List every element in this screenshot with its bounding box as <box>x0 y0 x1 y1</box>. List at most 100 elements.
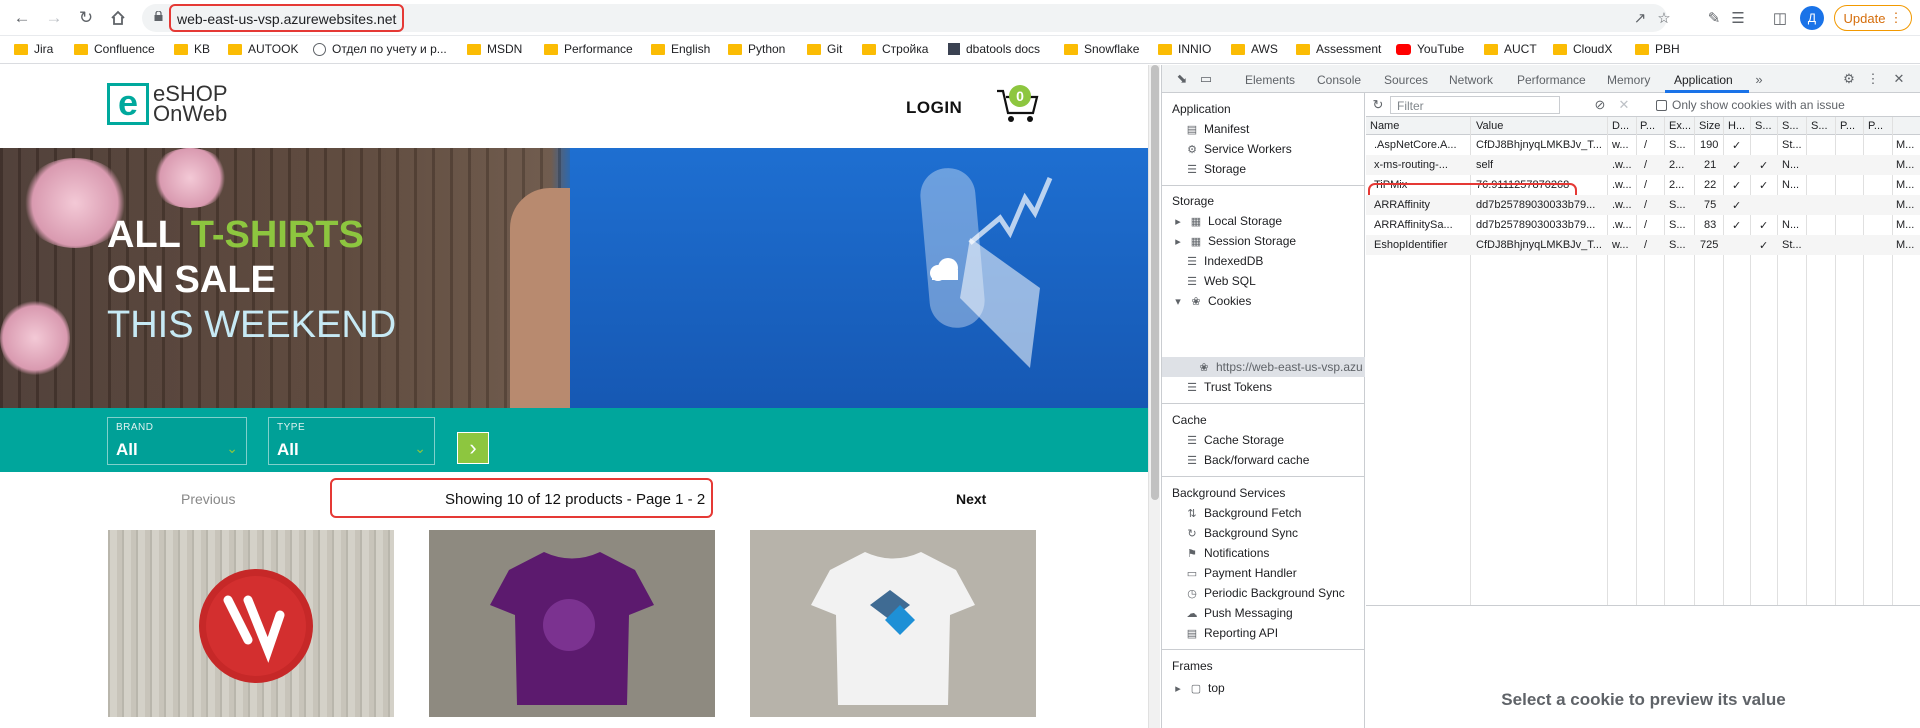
bookmark-item[interactable]: CloudX <box>1553 42 1612 56</box>
column-header-value[interactable]: Value <box>1476 120 1576 132</box>
sidebar-item-frame-top[interactable]: ▸ ▢ top <box>1172 681 1224 695</box>
column-header-secure[interactable]: S... <box>1755 120 1775 132</box>
sidebar-item-local-storage[interactable]: ▸ ▦ Local Storage <box>1172 214 1282 228</box>
avatar[interactable]: Д <box>1800 6 1824 30</box>
sidebar-item-manifest[interactable]: ▤ Manifest <box>1186 122 1250 136</box>
sidebar-item-cookie-origin[interactable]: ❀ https://web-east-us-vsp.azu <box>1198 360 1362 374</box>
bookmark-item[interactable]: Confluence <box>74 42 155 56</box>
update-button[interactable]: Update ⋮ <box>1834 5 1912 31</box>
column-header-path[interactable]: P... <box>1640 120 1660 132</box>
bookmark-item[interactable]: English <box>651 42 710 56</box>
reload-icon[interactable]: ↻ <box>74 6 98 30</box>
bookmark-item[interactable]: KB <box>174 42 210 56</box>
column-header-httponly[interactable]: H... <box>1728 120 1748 132</box>
tab-performance[interactable]: Performance <box>1517 73 1586 87</box>
kebab-menu-icon[interactable]: ⋮ <box>1865 71 1881 87</box>
tab-elements[interactable]: Elements <box>1245 73 1295 87</box>
brand-select[interactable]: BRAND All ⌄ <box>107 417 247 465</box>
sidebar-item-notifications[interactable]: ⚑ Notifications <box>1186 546 1269 560</box>
next-link[interactable]: Next <box>956 491 986 507</box>
column-header-domain[interactable]: D... <box>1612 120 1632 132</box>
sidebar-item-cookies[interactable]: ▾ ❀ Cookies <box>1172 294 1251 308</box>
sidebar-item-indexeddb[interactable]: ☰ IndexedDB <box>1186 254 1263 268</box>
table-row[interactable]: .AspNetCore.A... CfDJ8BhjnyqLMKBJv_T... … <box>1366 135 1920 155</box>
scrollbar-thumb[interactable] <box>1151 65 1159 500</box>
bookmark-item[interactable]: Git <box>807 42 842 56</box>
column-header-sameparty[interactable]: S... <box>1811 120 1831 132</box>
bookmark-item[interactable]: Python <box>728 42 785 56</box>
sidebar-item-payment-handler[interactable]: ▭ Payment Handler <box>1186 566 1297 580</box>
bookmark-item[interactable]: AUTOOK <box>228 42 298 56</box>
close-icon[interactable]: ✕ <box>1891 71 1907 87</box>
device-toggle-icon[interactable]: ▭ <box>1198 71 1214 87</box>
bookmark-item[interactable]: INNIO <box>1158 42 1211 56</box>
sidebar-item-background-sync[interactable]: ↻ Background Sync <box>1186 526 1298 540</box>
delete-selected-icon[interactable]: ✕ <box>1616 97 1632 113</box>
column-header-size[interactable]: Size <box>1699 120 1723 132</box>
bookmark-item[interactable]: Performance <box>544 42 633 56</box>
bookmark-item[interactable]: AWS <box>1231 42 1278 56</box>
inspect-icon[interactable]: ⬊ <box>1174 71 1190 87</box>
home-icon[interactable] <box>106 6 130 30</box>
bookmark-item[interactable]: dbatools docs <box>948 42 1040 56</box>
table-row[interactable]: x-ms-routing-... self .w... / 2... 21 ✓ … <box>1366 155 1920 175</box>
login-link[interactable]: LOGIN <box>906 98 962 118</box>
tab-application[interactable]: Application <box>1674 73 1733 87</box>
extensions-icon[interactable]: ✎ <box>1702 6 1726 30</box>
bookmark-item[interactable]: Отдел по учету и р... <box>313 42 447 56</box>
bookmark-item[interactable]: PBH <box>1635 42 1680 56</box>
bookmark-item[interactable]: Snowflake <box>1064 42 1139 56</box>
checkbox-box[interactable] <box>1656 99 1667 111</box>
sidepanel-icon[interactable]: ◫ <box>1768 6 1792 30</box>
sidebar-item-periodic-sync[interactable]: ◷ Periodic Background Sync <box>1186 586 1345 600</box>
tab-console[interactable]: Console <box>1317 73 1361 87</box>
bookmark-item[interactable]: Assessment <box>1296 42 1381 56</box>
type-select[interactable]: TYPE All ⌄ <box>268 417 435 465</box>
more-tabs-icon[interactable]: » <box>1751 71 1767 87</box>
address-bar[interactable]: web-east-us-vsp.azurewebsites.net ↗ ☆ <box>142 4 1671 32</box>
back-icon[interactable]: ← <box>10 6 34 30</box>
column-header-name[interactable]: Name <box>1370 120 1450 132</box>
lock-icon[interactable] <box>154 11 163 21</box>
page-scrollbar[interactable] <box>1148 65 1160 728</box>
bookmark-item[interactable]: AUCT <box>1484 42 1537 56</box>
product-card[interactable] <box>108 530 394 717</box>
table-row[interactable]: ARRAffinitySa... dd7b25789030033b79... .… <box>1366 215 1920 235</box>
bookmark-item[interactable]: Стройка <box>862 42 928 56</box>
sidebar-item-bfcache[interactable]: ☰ Back/forward cache <box>1186 453 1309 467</box>
filter-input[interactable]: Filter <box>1390 96 1560 114</box>
refresh-icon[interactable]: ↻ <box>1370 97 1386 113</box>
tab-network[interactable]: Network <box>1449 73 1493 87</box>
bookmark-item[interactable]: Jira <box>14 42 53 56</box>
product-card[interactable] <box>429 530 715 717</box>
bookmark-item[interactable]: YouTube <box>1396 42 1464 56</box>
table-row[interactable]: ARRAffinity dd7b25789030033b79... .w... … <box>1366 195 1920 215</box>
only-issue-checkbox[interactable]: Only show cookies with an issue <box>1656 98 1845 112</box>
table-row[interactable]: EshopIdentifier CfDJ8BhjnyqLMKBJv_T... w… <box>1366 235 1920 255</box>
tab-sources[interactable]: Sources <box>1384 73 1428 87</box>
tab-memory[interactable]: Memory <box>1607 73 1650 87</box>
column-header-samesite[interactable]: S... <box>1782 120 1802 132</box>
sidebar-item-cache-storage[interactable]: ☰ Cache Storage <box>1186 433 1284 447</box>
product-card[interactable] <box>750 530 1036 717</box>
site-logo[interactable]: e eSHOP OnWeb <box>107 83 228 125</box>
url-text[interactable]: web-east-us-vsp.azurewebsites.net <box>177 11 396 27</box>
sidebar-item-trust-tokens[interactable]: ☰ Trust Tokens <box>1186 380 1272 394</box>
sidebar-item-storage[interactable]: ☰ Storage <box>1186 162 1246 176</box>
column-header-partition[interactable]: P... <box>1840 120 1860 132</box>
sidebar-item-reporting-api[interactable]: ▤ Reporting API <box>1186 626 1278 640</box>
sidebar-item-service-workers[interactable]: ⚙ Service Workers <box>1186 142 1292 156</box>
forward-icon[interactable]: → <box>42 6 66 30</box>
clear-filtered-icon[interactable]: ⊘ <box>1592 97 1608 113</box>
gear-icon[interactable]: ⚙ <box>1841 71 1857 87</box>
share-icon[interactable]: ↗ <box>1630 8 1650 28</box>
sidebar-item-push-messaging[interactable]: ☁ Push Messaging <box>1186 606 1293 620</box>
apply-filter-button[interactable]: › <box>457 432 489 464</box>
column-header-expires[interactable]: Ex... <box>1669 120 1691 132</box>
sidebar-item-background-fetch[interactable]: ⇅ Background Fetch <box>1186 506 1301 520</box>
column-header-priority[interactable]: P... <box>1868 120 1888 132</box>
bookmark-star-icon[interactable]: ☆ <box>1654 8 1674 28</box>
sidebar-item-websql[interactable]: ☰ Web SQL <box>1186 274 1256 288</box>
bookmark-item[interactable]: MSDN <box>467 42 522 56</box>
media-icon[interactable]: ☰ <box>1726 6 1750 30</box>
